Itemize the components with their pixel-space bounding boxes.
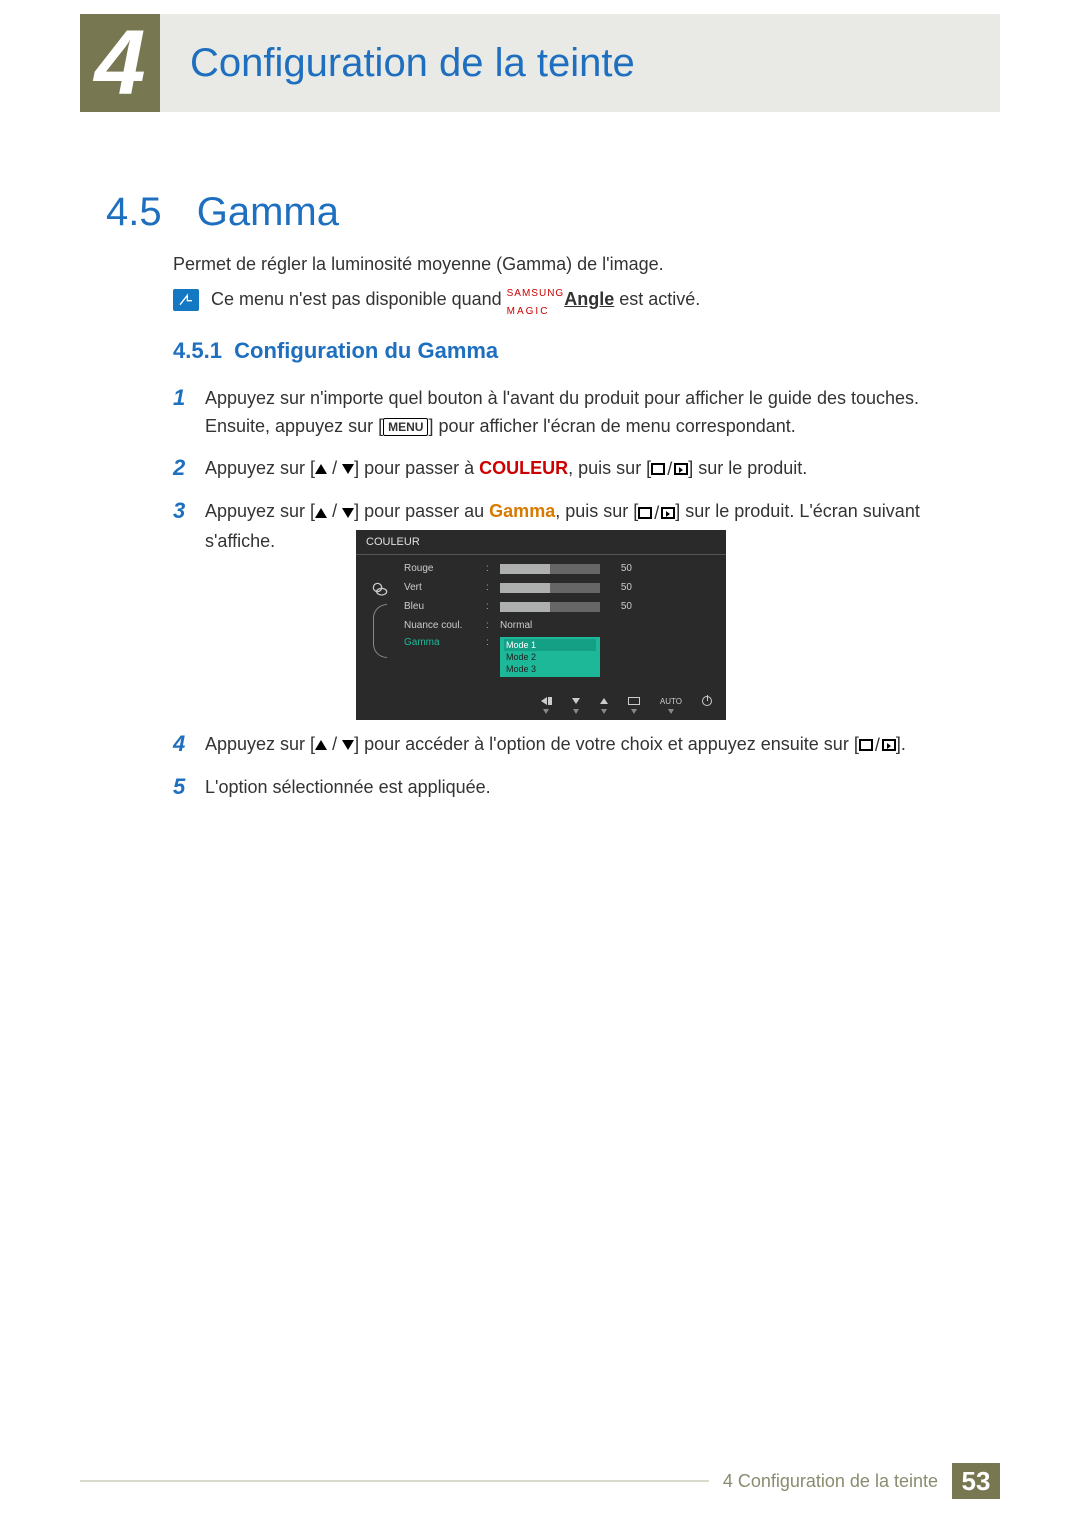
osd-value: 50 — [608, 582, 632, 593]
arrow-down-icon — [342, 508, 354, 518]
step-4: 4 Appuyez sur [ / ] pour accéder à l'opt… — [173, 730, 963, 759]
osd-label: Vert — [404, 582, 478, 593]
chapter-banner: 4 Configuration de la teinte — [80, 14, 1000, 112]
select-enter-icon: / — [638, 499, 675, 527]
page-footer: 4 Configuration de la teinte 53 — [80, 1463, 1000, 1499]
osd-nav-power — [702, 696, 712, 714]
chapter-number: 4 — [80, 14, 160, 112]
brand-top: SAMSUNG — [507, 288, 565, 299]
osd-nav-auto: AUTO — [660, 696, 682, 714]
osd-label: Nuance coul. — [404, 620, 478, 631]
page: 4 Configuration de la teinte 4.5 Gamma P… — [0, 0, 1080, 1527]
step-number: 3 — [173, 497, 191, 525]
text: , puis sur [ — [555, 501, 638, 521]
arrow-down-icon — [342, 740, 354, 750]
osd-value-text: Normal — [500, 620, 532, 631]
step-number: 5 — [173, 773, 191, 801]
osd-nav-back — [541, 696, 552, 714]
text: Appuyez sur [ — [205, 501, 315, 521]
osd-nav-enter — [628, 696, 640, 714]
osd-option: Mode 2 — [504, 651, 596, 663]
text: ] pour passer au — [354, 501, 489, 521]
text: ] sur le produit. — [688, 458, 807, 478]
step-number: 2 — [173, 454, 191, 482]
osd-category-icon — [366, 561, 394, 677]
note-row: Ce menu n'est pas disponible quand SAMSU… — [173, 288, 700, 312]
step-text: L'option sélectionnée est appliquée. — [205, 773, 491, 801]
osd-value: 50 — [608, 601, 632, 612]
step-number: 1 — [173, 384, 191, 412]
step-1: 1 Appuyez sur n'importe quel bouton à l'… — [173, 384, 963, 440]
osd-option-selected: Mode 1 — [504, 639, 596, 651]
arrow-up-icon — [315, 464, 327, 474]
osd-slider — [500, 564, 600, 574]
osd-row-gamma: Gamma: Mode 1 Mode 2 Mode 3 — [404, 637, 716, 677]
arrow-up-icon — [315, 740, 327, 750]
section-title: Gamma — [197, 190, 339, 234]
section-number: 4.5 — [106, 190, 162, 234]
section-intro: Permet de régler la luminosité moyenne (… — [173, 254, 664, 275]
arrow-down-icon — [342, 464, 354, 474]
osd-label: Rouge — [404, 563, 478, 574]
text: ] pour afficher l'écran de menu correspo… — [428, 416, 795, 436]
osd-nav-down — [572, 696, 580, 714]
osd-row-vert: Vert: 50 — [404, 580, 716, 595]
footer-text: 4 Configuration de la teinte — [709, 1471, 952, 1492]
step-5: 5 L'option sélectionnée est appliquée. — [173, 773, 963, 801]
step-number: 4 — [173, 730, 191, 758]
page-number: 53 — [952, 1463, 1000, 1499]
subsection-number: 4.5.1 — [173, 338, 222, 363]
osd-slider — [500, 583, 600, 593]
step-2: 2 Appuyez sur [ / ] pour passer à COULEU… — [173, 454, 963, 483]
text: Appuyez sur [ — [205, 734, 315, 754]
osd-nav-bar: AUTO — [356, 696, 726, 714]
osd-row-rouge: Rouge: 50 — [404, 561, 716, 576]
note-text: Ce menu n'est pas disponible quand SAMSU… — [211, 288, 700, 312]
select-enter-icon: / — [651, 455, 688, 483]
osd-screenshot: COULEUR Rouge: 50 Vert: 50 Bleu: — [356, 530, 726, 720]
samsung-magic-logo: SAMSUNGMAGIC — [507, 288, 565, 312]
osd-value: 50 — [608, 563, 632, 574]
osd-columns: Rouge: 50 Vert: 50 Bleu: 50 Nuance coul.… — [404, 561, 716, 677]
chapter-title: Configuration de la teinte — [160, 14, 1000, 112]
osd-slider — [500, 602, 600, 612]
note-icon — [173, 289, 199, 311]
osd-row-bleu: Bleu: 50 — [404, 599, 716, 614]
text: , puis sur [ — [568, 458, 651, 478]
osd-option: Mode 3 — [504, 663, 596, 675]
osd-nav-up — [600, 696, 608, 714]
note-prefix: Ce menu n'est pas disponible quand — [211, 289, 507, 309]
footer-rule — [80, 1480, 709, 1482]
highlight-gamma: Gamma — [489, 501, 555, 521]
section-heading: 4.5 Gamma — [106, 190, 339, 235]
select-enter-icon: / — [859, 731, 896, 759]
text: ]. — [896, 734, 906, 754]
step-text: Appuyez sur [ / ] pour passer à COULEUR,… — [205, 454, 807, 483]
step-text: Appuyez sur n'importe quel bouton à l'av… — [205, 384, 963, 440]
osd-label-active: Gamma — [404, 637, 478, 648]
text: ] pour accéder à l'option de votre choix… — [354, 734, 859, 754]
text: ] pour passer à — [354, 458, 479, 478]
subsection-title: Configuration du Gamma — [234, 338, 498, 363]
menu-button-icon: MENU — [383, 418, 428, 436]
osd-title: COULEUR — [356, 530, 726, 555]
osd-gamma-dropdown: Mode 1 Mode 2 Mode 3 — [500, 637, 600, 677]
arrow-up-icon — [315, 508, 327, 518]
osd-label: Bleu — [404, 601, 478, 612]
note-suffix: est activé. — [614, 289, 700, 309]
subsection-heading: 4.5.1 Configuration du Gamma — [173, 338, 498, 364]
steps-list-lower: 4 Appuyez sur [ / ] pour accéder à l'opt… — [173, 730, 963, 815]
brand-angle: Angle — [564, 289, 614, 309]
osd-row-nuance: Nuance coul.: Normal — [404, 618, 716, 633]
brand-bottom: MAGIC — [507, 306, 550, 317]
text: Appuyez sur [ — [205, 458, 315, 478]
highlight-couleur: COULEUR — [479, 458, 568, 478]
step-text: Appuyez sur [ / ] pour accéder à l'optio… — [205, 730, 906, 759]
osd-body: Rouge: 50 Vert: 50 Bleu: 50 Nuance coul.… — [356, 555, 726, 681]
